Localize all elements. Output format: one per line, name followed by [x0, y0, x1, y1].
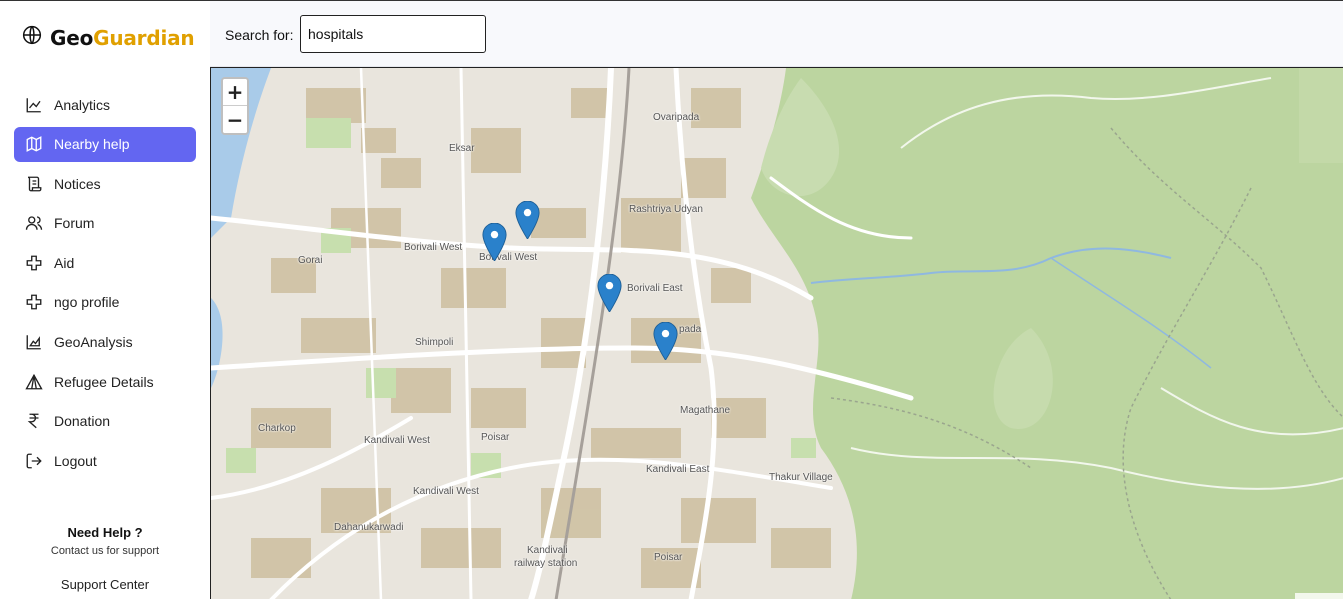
help-subtitle: Contact us for support [50, 545, 160, 557]
zoom-out-button[interactable]: − [223, 106, 247, 133]
scroll-icon [25, 175, 43, 193]
zoom-in-button[interactable]: + [223, 79, 247, 106]
tent-icon [25, 373, 43, 391]
sidebar-item-logout[interactable]: Logout [14, 443, 196, 478]
map-label: Eksar [449, 143, 475, 154]
sidebar-item-label: Aid [54, 254, 75, 271]
map-label: Thakur Village [769, 472, 833, 483]
map-label: Shimpoli [415, 337, 454, 348]
sidebar-item-label: ngo profile [54, 294, 120, 311]
map-label: Kandivali [527, 545, 568, 556]
search-bar: Search for: [210, 1, 1343, 67]
map-label: Poisar [654, 552, 683, 563]
sidebar-item-nearby-help[interactable]: Nearby help [14, 126, 196, 162]
brand-name: GeoGuardian [50, 25, 195, 50]
brand-name-part1: Geo [50, 25, 94, 50]
plus-outline-icon [25, 293, 43, 311]
area-chart-icon [25, 333, 43, 351]
map-icon [25, 135, 43, 153]
map-tiles[interactable] [211, 68, 1343, 599]
sidebar-item-label: Donation [54, 413, 111, 430]
brand-name-part2: Guardian [93, 25, 195, 50]
map-label: Kandivali East [646, 464, 710, 475]
logout-icon [25, 452, 43, 470]
map-marker-icon[interactable] [515, 201, 540, 239]
chart-line-icon [25, 96, 43, 114]
map-attribution [1295, 593, 1343, 599]
globe-icon [22, 25, 42, 50]
users-icon [25, 214, 43, 232]
map-marker-icon[interactable] [597, 274, 622, 312]
map-label: Charkop [258, 423, 296, 434]
sidebar: GeoGuardian Analytics Nearby help Notice… [0, 1, 210, 599]
plus-outline-icon [25, 254, 43, 272]
sidebar-item-geoanalysis[interactable]: GeoAnalysis [14, 325, 196, 360]
sidebar-item-analytics[interactable]: Analytics [14, 87, 196, 122]
map-label: Kandivali West [364, 435, 430, 446]
search-label: Search for: [225, 27, 294, 43]
map-label: Kandivali West [413, 486, 479, 497]
support-center-link[interactable]: Support Center [0, 577, 210, 592]
sidebar-item-label: Notices [54, 175, 101, 192]
map-marker-icon[interactable] [482, 223, 507, 261]
map-label: railway station [514, 558, 578, 569]
map-label: Poisar [481, 432, 510, 443]
sidebar-item-notices[interactable]: Notices [14, 166, 196, 201]
sidebar-item-ngo-profile[interactable]: ngo profile [14, 285, 196, 320]
sidebar-item-aid[interactable]: Aid [14, 245, 196, 280]
map-label: Rashtriya Udyan [629, 204, 703, 215]
map-label: Ovaripada [653, 112, 700, 123]
sidebar-item-label: Analytics [54, 96, 111, 113]
sidebar-item-donation[interactable]: Donation [14, 404, 196, 439]
sidebar-nav: Analytics Nearby help Notices Forum Aid … [14, 87, 196, 483]
sidebar-item-label: Forum [54, 215, 95, 232]
sidebar-item-label: Nearby help [54, 136, 130, 153]
search-input[interactable] [300, 15, 486, 53]
map-label: Gorai [298, 255, 323, 266]
rupee-icon [25, 412, 43, 430]
zoom-control: + − [221, 77, 249, 135]
help-box: Need Help ? Contact us for support Suppo… [0, 525, 210, 592]
map-label: Magathane [680, 405, 731, 416]
sidebar-item-forum[interactable]: Forum [14, 206, 196, 241]
sidebar-item-label: Refugee Details [54, 373, 154, 390]
map-marker-icon[interactable] [653, 322, 678, 360]
map-label: Borivali West [404, 242, 463, 253]
sidebar-item-label: GeoAnalysis [54, 334, 133, 351]
map-label: Dahanukarwadi [334, 522, 404, 533]
sidebar-item-refugee-details[interactable]: Refugee Details [14, 364, 196, 399]
help-title: Need Help ? [67, 525, 143, 540]
map-view[interactable]: + − Ovaripada Eksar Rashtriya Udyan Bori… [210, 67, 1343, 599]
map-label: pada [679, 324, 702, 335]
map-label: Borivali East [627, 283, 683, 294]
sidebar-item-label: Logout [54, 452, 97, 469]
brand-logo[interactable]: GeoGuardian [22, 25, 195, 50]
